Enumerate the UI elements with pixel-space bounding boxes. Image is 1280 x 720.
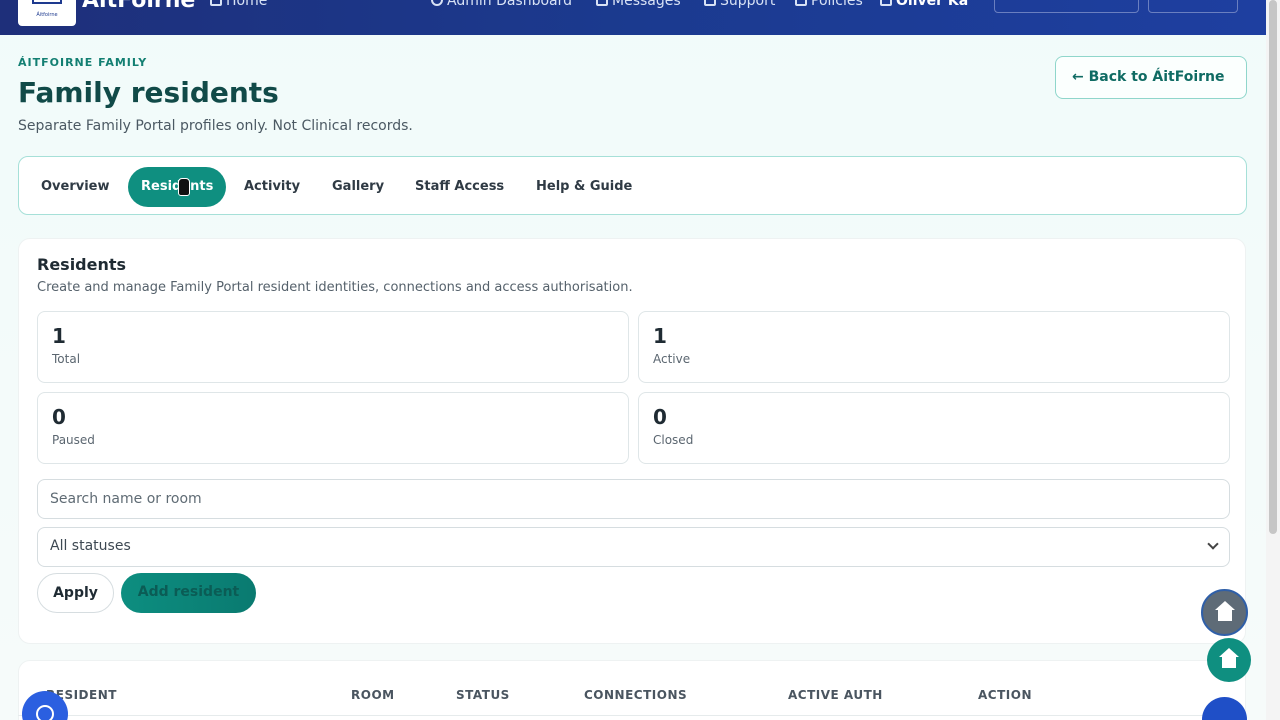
stat-value: 0 [52,405,66,429]
tab-staff-access[interactable]: Staff Access [402,167,517,207]
home-icon-body [1217,608,1232,621]
chat-icon [36,705,54,720]
chevron-down-icon [1207,538,1219,550]
search-input[interactable] [37,479,1230,519]
status-select-value: All statuses [50,538,131,554]
status-select[interactable]: All statuses [37,527,1230,567]
hand-cursor-icon [178,178,190,196]
building-icon [32,0,62,4]
scrollbar-thumb[interactable] [1269,0,1277,534]
logo[interactable]: Áitfoirne [18,0,76,26]
nav-policies-label: Policies [811,0,863,9]
nav-support-label: Support [720,0,776,9]
page-scrollbar[interactable] [1266,0,1280,720]
home-fab-button[interactable] [1201,589,1248,636]
apply-button[interactable]: Apply [37,573,114,613]
support-icon [704,0,716,6]
tab-help-guide[interactable]: Help & Guide [523,167,645,207]
tab-bar: Overview Residents Activity Gallery Staf… [18,156,1247,215]
stat-paused: 0 Paused [37,392,629,464]
mail-icon [596,0,608,6]
home-shortcut-button[interactable] [1207,638,1251,682]
stat-label: Total [52,352,81,366]
arrow-left-icon: ← [1072,69,1084,85]
stat-closed: 0 Closed [638,392,1230,464]
nav-language-button[interactable] [1148,0,1238,13]
stat-value: 1 [653,324,667,348]
dashboard-icon [431,0,443,6]
document-icon [795,0,807,6]
nav-support[interactable]: Support [704,0,775,9]
nav-admin-label: Admin Dashboard [447,0,573,9]
column-header-room: ROOM [351,688,395,702]
back-to-aitfoirne-button[interactable]: ← Back to ÁitFoirne [1055,56,1247,99]
stat-label: Closed [653,433,694,447]
tab-gallery[interactable]: Gallery [319,167,397,207]
tab-activity[interactable]: Activity [231,167,313,207]
column-header-connections: CONNECTIONS [584,688,688,702]
nav-user[interactable]: Oliver Ka [880,0,968,9]
tab-overview[interactable]: Overview [28,167,123,207]
nav-policies[interactable]: Policies [795,0,863,9]
back-button-label: Back to ÁitFoirne [1088,69,1225,85]
nav-user-label: Oliver Ka [896,0,969,9]
nav-action-button[interactable] [994,0,1139,13]
column-header-active-auth: ACTIVE AUTH [788,688,883,702]
home-icon-body [1222,656,1236,668]
nav-messages-label: Messages [612,0,681,9]
page-eyebrow: ÁITFOIRNE FAMILY [18,56,148,69]
page-subtitle: Separate Family Portal profiles only. No… [18,118,413,134]
arrow-left-icon: ← [1218,715,1231,720]
top-navbar: Áitfoirne ÁitFoirne Home Admin Dashboard… [0,0,1266,35]
page-title: Family residents [18,76,279,109]
stat-total: 1 Total [37,311,629,383]
column-header-status: STATUS [456,688,510,702]
column-header-action: ACTION [978,688,1032,702]
residents-description: Create and manage Family Portal resident… [37,280,633,295]
brand-name[interactable]: ÁitFoirne [82,0,195,13]
logo-caption: Áitfoirne [36,12,58,18]
residents-card: Residents Create and manage Family Porta… [18,238,1246,644]
nav-home-label: Home [226,0,268,9]
stat-label: Active [653,352,691,366]
nav-admin-dashboard[interactable]: Admin Dashboard [431,0,572,9]
add-resident-button[interactable]: Add resident [121,573,256,613]
stat-value: 0 [653,405,667,429]
stat-active: 1 Active [638,311,1230,383]
residents-title: Residents [37,255,127,274]
nav-home[interactable]: Home [210,0,267,9]
table-header-divider [18,715,1246,716]
home-icon [210,0,222,6]
nav-messages[interactable]: Messages [596,0,681,9]
user-icon [880,0,892,6]
stat-value: 1 [52,324,66,348]
stat-label: Paused [52,433,95,447]
